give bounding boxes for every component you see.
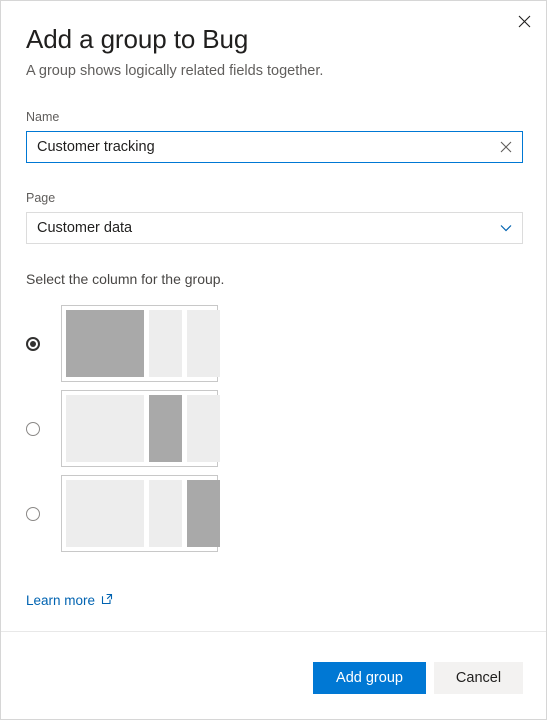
external-link-icon — [101, 593, 113, 608]
name-input[interactable] — [27, 132, 490, 162]
dialog-header: Add a group to Bug A group shows logical… — [26, 23, 496, 81]
column-option-left[interactable] — [26, 301, 226, 386]
cancel-button[interactable]: Cancel — [434, 662, 523, 694]
preview-cell-3 — [187, 310, 220, 377]
preview-cell-3 — [187, 395, 220, 462]
preview-cell-1 — [66, 480, 144, 547]
page-select[interactable]: Customer data — [26, 212, 523, 244]
footer-divider — [1, 631, 546, 632]
column-preview-right — [61, 475, 220, 552]
dialog-subtitle: A group shows logically related fields t… — [26, 63, 324, 79]
clear-icon[interactable] — [490, 132, 522, 162]
learn-more-label: Learn more — [26, 593, 96, 608]
radio-column-middle[interactable] — [26, 421, 40, 436]
column-preview-left — [61, 305, 220, 382]
page-select-value: Customer data — [37, 220, 133, 236]
learn-more-link[interactable]: Learn more — [26, 593, 113, 608]
preview-cell-2 — [149, 310, 182, 377]
page-label: Page — [26, 191, 56, 205]
preview-cell-1 — [66, 395, 144, 462]
column-chooser — [26, 301, 226, 556]
preview-cell-3 — [187, 480, 220, 547]
preview-cell-2 — [149, 395, 182, 462]
column-preview-middle — [61, 390, 220, 467]
page-title: Add a group to Bug — [26, 24, 249, 54]
add-group-dialog: Add a group to Bug A group shows logical… — [0, 0, 547, 720]
preview-cell-2 — [149, 480, 182, 547]
column-option-right[interactable] — [26, 471, 226, 556]
add-group-button[interactable]: Add group — [313, 662, 426, 694]
radio-column-left[interactable] — [26, 336, 40, 351]
chevron-down-icon — [490, 213, 522, 243]
column-chooser-caption: Select the column for the group. — [26, 271, 225, 287]
name-field[interactable] — [26, 131, 523, 163]
preview-cell-1 — [66, 310, 144, 377]
radio-column-right[interactable] — [26, 506, 40, 521]
close-icon[interactable] — [508, 6, 540, 36]
column-option-middle[interactable] — [26, 386, 226, 471]
name-label: Name — [26, 110, 60, 124]
